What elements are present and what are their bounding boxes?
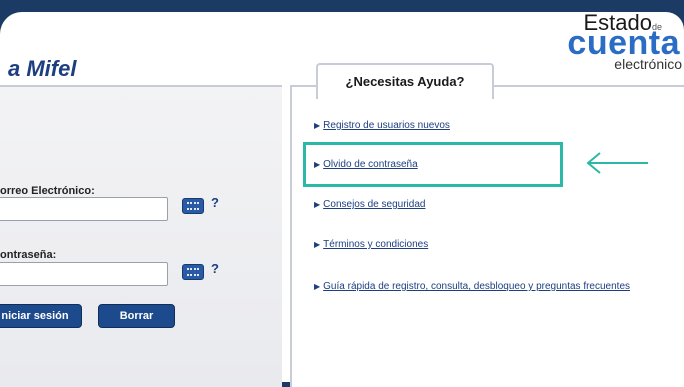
terms-link[interactable]: ▶ Términos y condiciones [314,239,428,250]
register-link[interactable]: ▶ Registro de usuarios nuevos [314,120,450,131]
estado-de-cuenta-logo: Estadode cuenta electrónico [534,12,684,76]
password-label: ontraseña: [0,249,57,261]
email-help-icon[interactable]: ? [211,195,219,210]
keyboard-icon [187,202,199,210]
help-tab[interactable]: ¿Necesitas Ayuda? [316,63,494,99]
brand-title: a Mifel [8,56,77,81]
clear-button[interactable]: Borrar [98,304,175,328]
logo-line2: cuenta [567,24,680,62]
email-label: orreo Electrónico: [0,185,95,197]
left-arrow-icon [586,152,648,174]
logo-line3: electrónico [614,56,682,72]
bullet-icon: ▶ [314,121,321,130]
security-tips-link[interactable]: ▶ Consejos de seguridad [314,199,425,210]
login-panel: orreo Electrónico: ? ontraseña: ? niciar… [0,85,282,387]
login-button[interactable]: niciar sesión [0,304,82,328]
bullet-icon: ▶ [314,200,321,209]
quick-guide-link[interactable]: ▶ Guía rápida de registro, consulta, desb… [314,281,630,292]
bullet-icon: ▶ [314,282,321,291]
virtual-keyboard-email-button[interactable] [182,198,204,214]
password-help-icon[interactable]: ? [211,261,219,276]
keyboard-icon [187,268,199,276]
email-input[interactable] [0,197,168,221]
bullet-icon: ▶ [314,240,321,249]
highlight-box [303,142,563,187]
virtual-keyboard-password-button[interactable] [182,264,204,280]
password-input[interactable] [0,262,168,286]
